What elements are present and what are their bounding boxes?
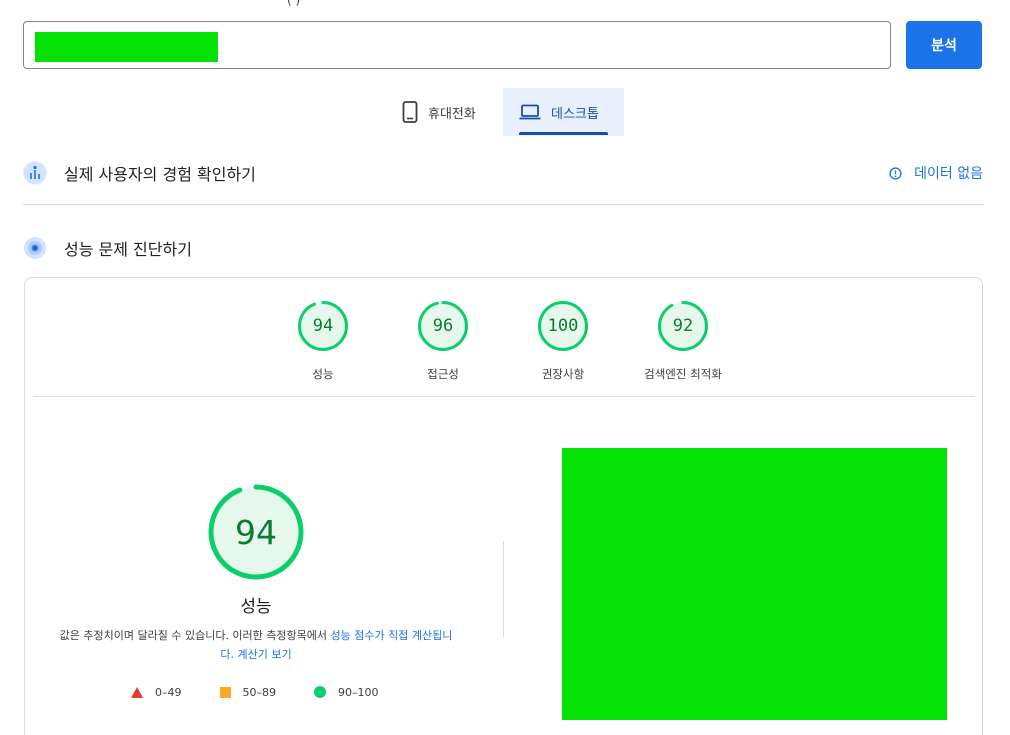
gauge-accessibility[interactable]: 96 접근성 [393,300,493,382]
smartphone-icon [402,101,418,123]
no-data-link[interactable]: 데이터 없음 [889,163,983,183]
analyze-button[interactable]: 분석 [906,21,982,69]
pagespeed-page: ( ) 분석 휴대전화 데스크톱 실제 사용자의 경험 확인하기 데이터 없음 … [0,0,1010,735]
tab-desktop[interactable]: 데스크톱 [503,88,624,136]
vertical-divider [503,541,504,637]
report-card: 94 성능 96 접근성 100 권장사항 92 검색엔진 최적화 94 성능 … [24,277,983,735]
gauge-ring: 92 [657,300,709,352]
gauge-best-practices[interactable]: 100 권장사항 [513,300,613,382]
gauge-score: 94 [312,316,334,336]
performance-label: 성능 [240,597,272,617]
square-icon [219,686,231,698]
gauge-ring: 100 [537,300,589,352]
tab-desktop-label: 데스크톱 [551,106,599,122]
active-tab-indicator [519,132,608,135]
url-row: 분석 [23,21,982,69]
score-legend: 0–49 50–89 90–100 [131,682,391,702]
description-text: 값은 추정치이며 달라질 수 있습니다. 이러한 측정항목에서 [59,629,331,642]
field-data-header: 실제 사용자의 경험 확인하기 데이터 없음 [23,160,983,186]
gauge-label: 검색엔진 최적화 [644,367,722,381]
legend-item-average: 50–89 [219,685,277,699]
performance-description: 값은 추정치이며 달라질 수 있습니다. 이러한 측정항목에서 성능 점수가 직… [55,626,457,664]
no-data-label: 데이터 없음 [914,166,983,182]
diagnostics-icon [23,236,47,260]
performance-score: 94 [235,512,277,552]
gauge-label: 권장사항 [541,367,585,381]
legend-range: 90–100 [338,685,379,699]
gauge-score: 96 [432,316,454,336]
score-gauges: 94 성능 96 접근성 100 권장사항 92 검색엔진 최적화 [25,300,982,390]
circle-icon [314,686,326,698]
gauge-seo[interactable]: 92 검색엔진 최적화 [633,300,733,382]
section-divider [23,204,984,205]
gauge-label: 접근성 [427,367,459,381]
laptop-icon [519,104,541,120]
gauge-ring: 94 [297,300,349,352]
gauge-performance[interactable]: 94 성능 [273,300,373,382]
tab-mobile[interactable]: 휴대전화 [386,88,503,136]
gauge-label: 성능 [312,367,334,381]
cut-off-text: ( ) [287,0,301,7]
gauge-score: 100 [547,316,579,336]
redacted-url-text [35,32,218,62]
device-tabs: 휴대전화 데스크톱 [386,88,624,136]
legend-range: 50–89 [242,685,277,699]
calculator-link[interactable]: 계산기 보기 [238,648,292,661]
legend-item-fail: 0–49 [131,686,182,699]
gauge-score: 92 [672,316,694,336]
field-data-icon [23,161,47,185]
legend-range: 0–49 [155,685,182,699]
lab-data-header: 성능 문제 진단하기 [23,235,983,261]
lab-data-title: 성능 문제 진단하기 [64,240,192,259]
triangle-icon [131,686,143,698]
card-divider [33,396,975,397]
tab-mobile-label: 휴대전화 [428,106,476,122]
performance-gauge-large: 94 [206,482,306,582]
page-screenshot-redacted [562,448,947,720]
field-data-title: 실제 사용자의 경험 확인하기 [64,165,256,184]
url-input[interactable] [23,21,891,69]
info-icon [889,166,902,180]
legend-item-pass: 90–100 [314,686,379,699]
gauge-ring: 96 [417,300,469,352]
